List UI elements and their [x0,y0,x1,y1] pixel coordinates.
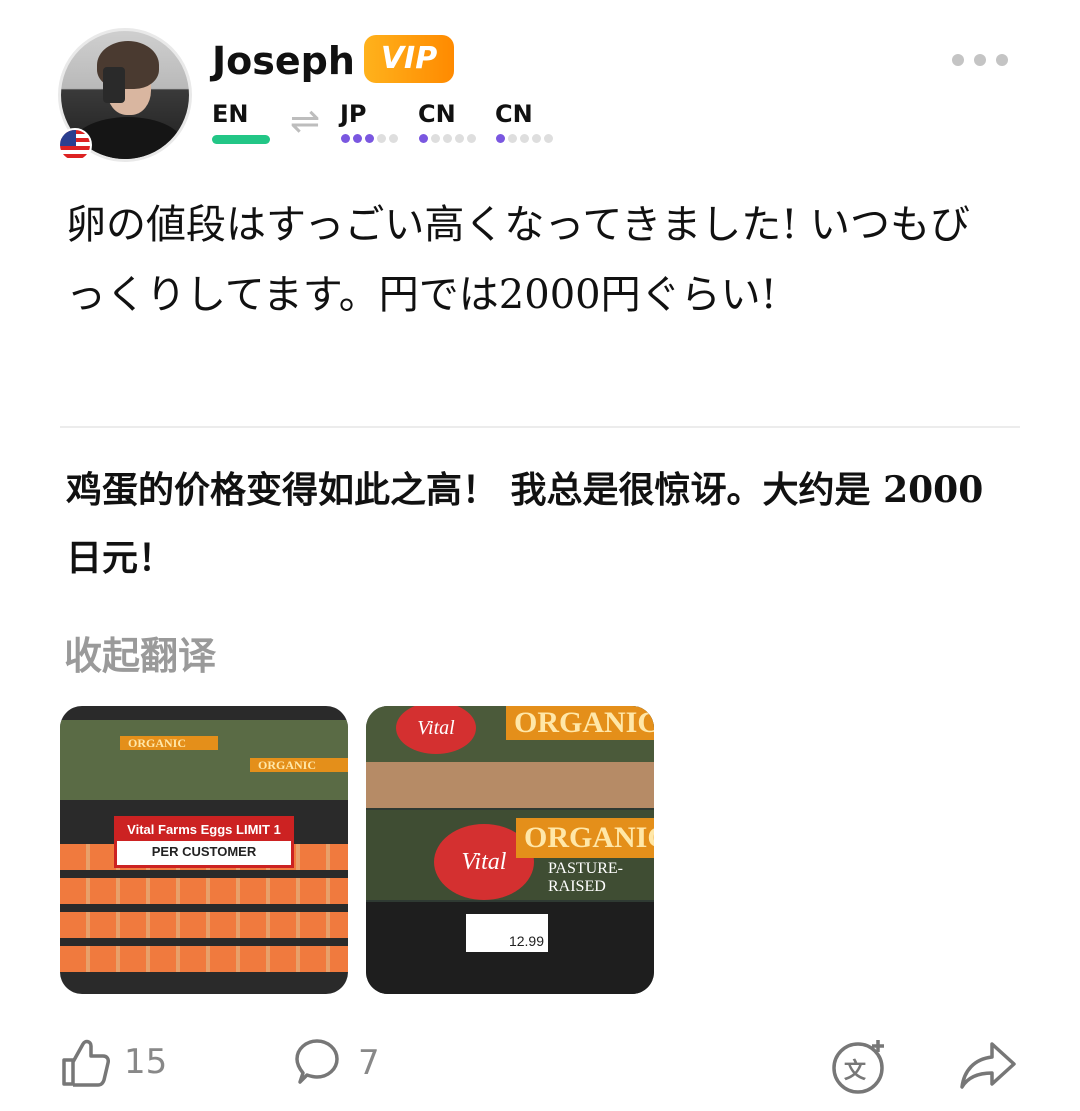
egg-row [60,878,348,904]
native-language-bar [212,135,270,144]
learning-language-code: CN [495,100,533,128]
comment-bubble-icon [295,1039,339,1084]
post-original-text[interactable]: 卵の値段はすっごい高くなってきました! いつもびっくりしてます。円では2000円… [66,190,996,330]
thumbs-up-icon [62,1039,110,1087]
carton-label: ORGANIC [250,758,348,772]
organic-banner: ORGANIC [516,818,654,858]
post-translated-text[interactable]: 鸡蛋的价格变得如此之高！ 我总是很惊讶。大约是 2000 日元！ [66,456,996,592]
translate-icon: 文 [832,1040,884,1094]
price-tag: 12.99 [466,914,548,952]
like-button[interactable]: 15 [60,1036,167,1088]
language-level-dots [341,134,398,143]
svg-text:文: 文 [844,1058,867,1084]
like-count: 15 [124,1042,168,1082]
us-flag-icon [58,128,92,162]
comment-button[interactable]: 7 [290,1036,380,1090]
native-language-code: EN [212,100,249,128]
pasture-raised-label: PASTURE-RAISED [548,860,623,895]
language-level-dots [419,134,476,143]
egg-row [60,912,348,938]
exchange-arrows-icon: ⇌ [290,101,321,142]
post-image[interactable]: Vital FARMS ORGANIC Vital FARMS ORGANIC … [366,706,654,994]
egg-row [60,946,348,972]
more-options-icon[interactable] [952,54,1016,70]
avatar-phone [103,67,125,103]
limit-sign: Vital Farms Eggs LIMIT 1 PER CUSTOMER [114,816,294,868]
egg-carton-cups [366,762,654,808]
organic-banner: ORGANIC [506,706,654,740]
learning-language-code: CN [418,100,456,128]
post-actions-bar: 15 7 文 [0,1036,1080,1106]
carton-label: ORGANIC [120,736,218,750]
share-button[interactable] [958,1038,1018,1092]
share-arrow-icon [960,1042,1016,1089]
collapse-translation-link[interactable]: 收起翻译 [64,625,216,680]
translate-button[interactable]: 文 [830,1036,890,1096]
language-level-dots [496,134,553,143]
comment-count: 7 [358,1043,380,1083]
user-name[interactable]: Joseph [212,38,355,84]
divider [60,426,1020,428]
post-image[interactable]: ORGANIC ORGANIC Vital Farms Eggs LIMIT 1… [60,706,348,994]
vip-badge: VIP [364,35,454,83]
learning-language-code: JP [340,100,367,128]
